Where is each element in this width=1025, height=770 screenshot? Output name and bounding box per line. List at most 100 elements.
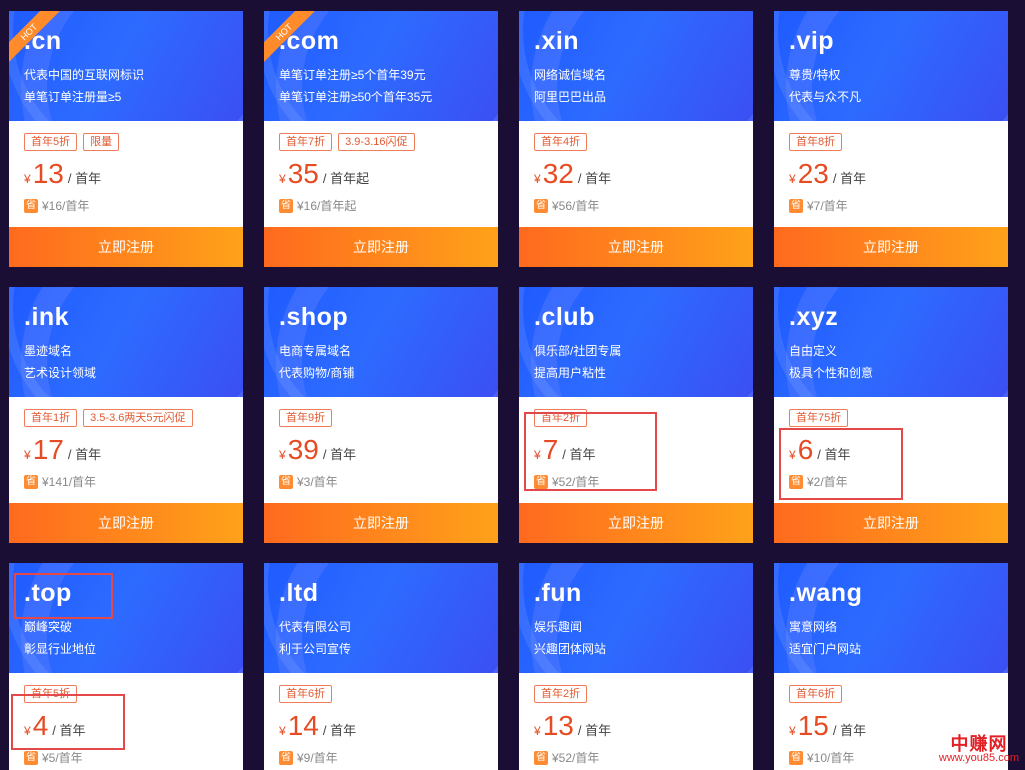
domain-extension: .vip: [789, 27, 835, 55]
price-unit: / 首年: [322, 723, 357, 738]
domain-card-grid: HOT .cn 代表中国的互联网标识 单笔订单注册量≥5 首年5折 限量 ¥ 13…: [0, 0, 1025, 770]
price-value: 32: [542, 158, 574, 189]
register-button[interactable]: 立即注册: [774, 227, 1008, 267]
register-button[interactable]: 立即注册: [264, 503, 498, 543]
promo-tag: 首年75折: [789, 409, 849, 427]
domain-extension: .shop: [279, 303, 349, 331]
card-body: 首年5折 限量 ¥ 13 / 首年 省 ¥16/首年: [9, 121, 243, 227]
domain-description-line2: 代表与众不凡: [789, 90, 862, 104]
save-icon: 省: [279, 750, 293, 765]
domain-description-line1: 电商专属域名: [279, 344, 352, 358]
domain-card-top: .top 巅峰突破 彰显行业地位 首年5折 ¥ 4 / 首年 省 ¥5/首年: [9, 563, 243, 770]
domain-extension: .fun: [534, 579, 582, 607]
price-unit: / 首年: [832, 723, 867, 738]
price-row: ¥ 13 / 首年: [534, 711, 611, 741]
register-button[interactable]: 立即注册: [9, 503, 243, 543]
domain-description-line2: 兴趣团体网站: [534, 642, 607, 656]
domain-description-line1: 单笔订单注册≥5个首年39元: [279, 68, 426, 82]
card-body: 首年75折 ¥ 6 / 首年 省 ¥2/首年: [774, 397, 1008, 503]
price-row: ¥ 15 / 首年: [789, 711, 866, 741]
price-value: 7: [542, 434, 559, 465]
promo-tags: 首年5折 限量: [24, 133, 120, 151]
domain-description-line2: 单笔订单注册≥50个首年35元: [279, 90, 433, 104]
promo-tag: 首年6折: [789, 685, 843, 703]
card-body: 首年5折 ¥ 4 / 首年 省 ¥5/首年: [9, 673, 243, 770]
promo-tags: 首年6折: [279, 685, 333, 703]
original-price: ¥2/首年: [807, 475, 848, 489]
domain-description-line2: 阿里巴巴出品: [534, 90, 607, 104]
price-value: 17: [32, 434, 64, 465]
watermark-url: www.you85.com: [938, 752, 1019, 764]
promo-tags: 首年5折: [24, 685, 78, 703]
currency-symbol: ¥: [534, 172, 541, 186]
original-price-row: 省 ¥141/首年: [24, 473, 96, 490]
promo-tags: 首年4折: [534, 133, 588, 151]
domain-description-line2: 利于公司宣传: [279, 642, 352, 656]
promo-tag: 首年5折: [24, 685, 78, 703]
original-price: ¥16/首年起: [297, 199, 357, 213]
original-price-row: 省 ¥7/首年: [789, 197, 848, 214]
domain-description-line1: 娱乐趣闻: [534, 620, 583, 634]
promo-tag: 首年8折: [789, 133, 843, 151]
original-price: ¥10/首年: [807, 751, 855, 765]
register-button[interactable]: 立即注册: [519, 503, 753, 543]
currency-symbol: ¥: [279, 172, 286, 186]
promo-tag: 首年2折: [534, 685, 588, 703]
price-row: ¥ 4 / 首年: [24, 711, 86, 741]
card-header: .top 巅峰突破 彰显行业地位: [9, 563, 243, 673]
card-body: 首年7折 3.9-3.16闪促 ¥ 35 / 首年起 省 ¥16/首年起: [264, 121, 498, 227]
currency-symbol: ¥: [534, 448, 541, 462]
domain-extension: .ltd: [279, 579, 319, 607]
card-body: 首年1折 3.5-3.6两天5元闪促 ¥ 17 / 首年 省 ¥141/首年: [9, 397, 243, 503]
card-header: .wang 寓意网络 适宜门户网站: [774, 563, 1008, 673]
price-value: 23: [797, 158, 829, 189]
register-button[interactable]: 立即注册: [519, 227, 753, 267]
register-button[interactable]: 立即注册: [9, 227, 243, 267]
price-row: ¥ 6 / 首年: [789, 435, 851, 465]
price-row: ¥ 13 / 首年: [24, 159, 101, 189]
price-value: 39: [287, 434, 319, 465]
domain-description-line1: 墨迹域名: [24, 344, 73, 358]
original-price-row: 省 ¥3/首年: [279, 473, 338, 490]
promo-tag: 首年1折: [24, 409, 78, 427]
original-price-row: 省 ¥52/首年: [534, 749, 599, 766]
currency-symbol: ¥: [24, 448, 31, 462]
domain-card-xin: .xin 网络诚信域名 阿里巴巴出品 首年4折 ¥ 32 / 首年 省 ¥56/…: [519, 11, 753, 267]
promo-tags: 首年9折: [279, 409, 333, 427]
domain-description-line1: 寓意网络: [789, 620, 838, 634]
currency-symbol: ¥: [24, 724, 31, 738]
promo-tag: 首年6折: [279, 685, 333, 703]
price-value: 4: [32, 710, 49, 741]
domain-description-line2: 艺术设计领域: [24, 366, 97, 380]
price-value: 15: [797, 710, 829, 741]
currency-symbol: ¥: [279, 448, 286, 462]
price-unit: / 首年: [322, 447, 357, 462]
domain-extension: .club: [534, 303, 595, 331]
card-header: .vip 尊贵/特权 代表与众不凡: [774, 11, 1008, 121]
domain-extension: .xyz: [789, 303, 839, 331]
save-icon: 省: [534, 474, 548, 489]
domain-card-cn: HOT .cn 代表中国的互联网标识 单笔订单注册量≥5 首年5折 限量 ¥ 13…: [9, 11, 243, 267]
price-value: 13: [542, 710, 574, 741]
price-unit: / 首年: [52, 723, 86, 738]
price-row: ¥ 14 / 首年: [279, 711, 356, 741]
domain-card-vip: .vip 尊贵/特权 代表与众不凡 首年8折 ¥ 23 / 首年 省 ¥7/首年…: [774, 11, 1008, 267]
original-price-row: 省 ¥5/首年: [24, 749, 83, 766]
price-unit: / 首年: [562, 447, 596, 462]
price-unit: / 首年: [817, 447, 851, 462]
card-body: 首年2折 ¥ 7 / 首年 省 ¥52/首年: [519, 397, 753, 503]
card-header: HOT .com 单笔订单注册≥5个首年39元 单笔订单注册≥50个首年35元: [264, 11, 498, 121]
domain-description-line1: 巅峰突破: [24, 620, 73, 634]
register-button[interactable]: 立即注册: [264, 227, 498, 267]
price-unit: / 首年: [67, 171, 102, 186]
card-body: 首年6折 ¥ 14 / 首年 省 ¥9/首年: [264, 673, 498, 770]
card-body: 首年9折 ¥ 39 / 首年 省 ¥3/首年: [264, 397, 498, 503]
original-price-row: 省 ¥52/首年: [534, 473, 599, 490]
original-price-row: 省 ¥56/首年: [534, 197, 599, 214]
original-price: ¥141/首年: [42, 475, 97, 489]
price-unit: / 首年起: [322, 171, 370, 186]
register-button[interactable]: 立即注册: [774, 503, 1008, 543]
domain-card-club: .club 俱乐部/社团专属 提高用户粘性 首年2折 ¥ 7 / 首年 省 ¥5…: [519, 287, 753, 543]
domain-card-ink: .ink 墨迹域名 艺术设计领域 首年1折 3.5-3.6两天5元闪促 ¥ 17 …: [9, 287, 243, 543]
price-row: ¥ 17 / 首年: [24, 435, 101, 465]
